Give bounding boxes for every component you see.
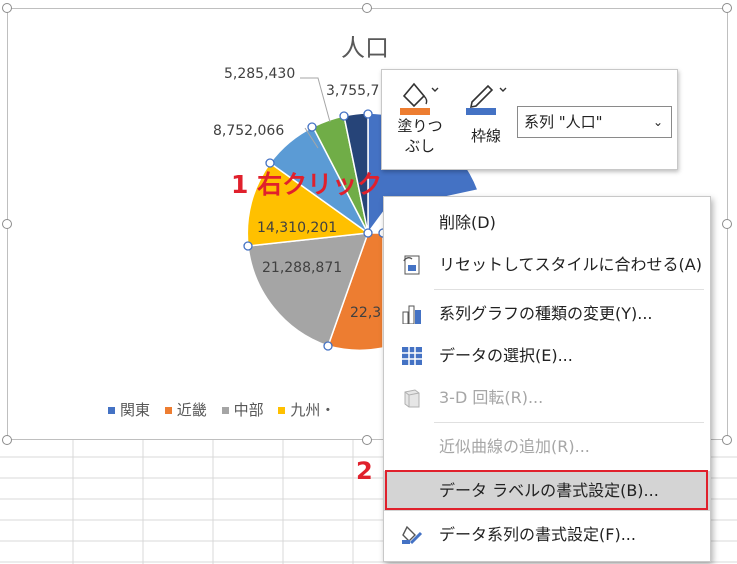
series-select[interactable]: 系列 "人口" ⌄ — [517, 106, 672, 138]
fill-label: 塗りつ — [397, 117, 443, 135]
menu-item-3d-rotation[interactable]: 3-D 回転(R)... — [384, 378, 710, 418]
3d-cube-icon — [404, 389, 420, 408]
label-14310201: 14,310,201 — [257, 220, 337, 236]
chart-title: 人口 — [341, 34, 389, 62]
series-select-value: 系列 "人口" — [524, 113, 603, 131]
legend-item: 関東 — [108, 399, 150, 420]
annotation-step2: 2 — [356, 457, 373, 485]
menu-item-select-data[interactable]: データの選択(E)... — [384, 336, 710, 376]
outline-label: 枠線 — [470, 127, 501, 145]
fill-label-2: ぶし — [404, 137, 435, 155]
highlight-box — [385, 470, 708, 510]
annotation-step1: 1 右クリック — [231, 170, 383, 199]
menu-item-add-trendline[interactable]: 近似曲線の追加(R)... — [384, 427, 710, 467]
legend-item: 中部 — [221, 399, 264, 420]
resize-handle[interactable] — [722, 219, 732, 229]
menu-item-delete[interactable]: 削除(D) — [384, 203, 710, 243]
resize-handle[interactable] — [722, 435, 732, 445]
resize-handle[interactable] — [722, 3, 732, 13]
resize-handle[interactable] — [362, 3, 372, 13]
legend-item: 九州・ — [278, 399, 335, 420]
menu-item-format-data-series[interactable]: データ系列の書式設定(F)... — [384, 515, 710, 555]
label-8752066: 8,752,066 — [213, 123, 284, 139]
label-3755: 3,755,7 — [326, 83, 379, 99]
outline-button[interactable]: 枠線 — [458, 78, 514, 166]
label-21288871: 21,288,871 — [262, 260, 342, 276]
reset-style-icon — [403, 255, 420, 275]
format-series-icon — [402, 525, 423, 545]
resize-handle[interactable] — [2, 219, 12, 229]
resize-handle[interactable] — [362, 435, 372, 445]
pen-icon — [466, 84, 507, 115]
resize-handle[interactable] — [2, 435, 12, 445]
fill-button[interactable]: 塗りつ ぶし — [390, 78, 450, 166]
resize-handle[interactable] — [2, 3, 12, 13]
table-grid-icon — [402, 347, 422, 365]
paint-bucket-icon — [400, 82, 439, 115]
bar-chart-icon — [402, 305, 421, 324]
chevron-down-icon: ⌄ — [652, 115, 663, 129]
label-22-3: 22,3 — [350, 305, 381, 321]
legend-item: 近畿 — [164, 399, 207, 420]
menu-item-change-chart-type[interactable]: 系列グラフの種類の変更(Y)... — [384, 294, 710, 334]
chart-legend: 関東 近畿 中部 九州・ — [108, 399, 345, 420]
mini-toolbar: 塗りつ ぶし 枠線 系列 "人口" ⌄ — [381, 69, 678, 170]
menu-item-reset-style[interactable]: リセットしてスタイルに合わせる(A) — [384, 245, 710, 285]
label-5285430: 5,285,430 — [224, 66, 295, 82]
